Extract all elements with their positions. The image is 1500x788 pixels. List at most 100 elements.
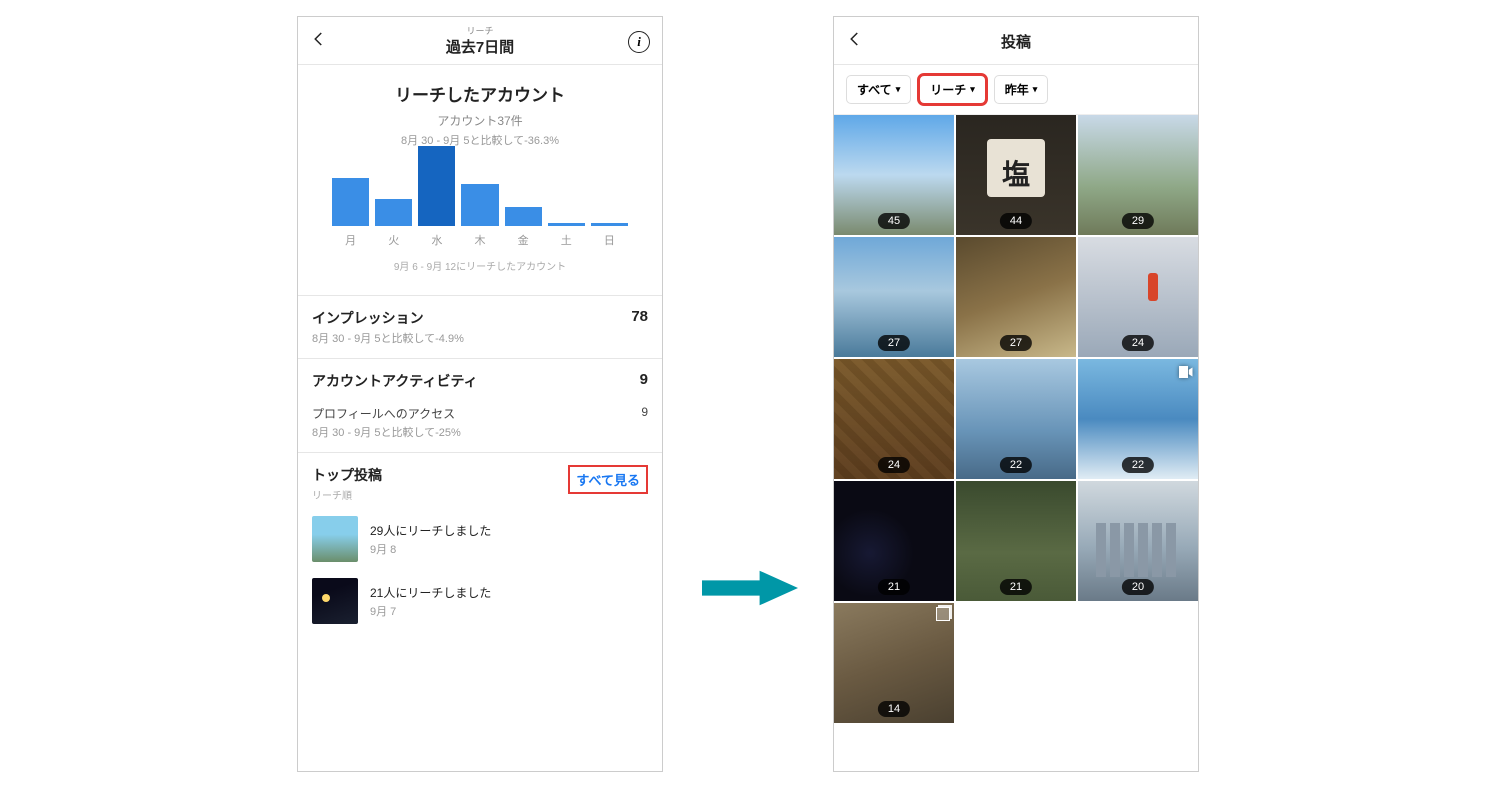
- bar: [461, 184, 498, 226]
- reach-badge: 22: [1000, 457, 1032, 473]
- post-reach-text: 29人にリーチしました: [370, 522, 491, 539]
- header-title-block: リーチ 過去7日間: [332, 26, 628, 58]
- impressions-row[interactable]: インプレッション 8月 30 - 9月 5と比較して-4.9% 78: [298, 296, 662, 359]
- reach-badge: 20: [1122, 579, 1154, 595]
- bar-column: 水: [418, 146, 455, 248]
- bar-label: 火: [388, 232, 399, 248]
- post-cell[interactable]: 27: [956, 237, 1076, 357]
- post-cell[interactable]: 14: [834, 603, 954, 723]
- reach-badge: 24: [1122, 335, 1154, 351]
- bar: [332, 178, 369, 226]
- bar: [418, 146, 455, 226]
- activity-value: 9: [640, 371, 648, 391]
- post-reach-text: 21人にリーチしました: [370, 584, 491, 601]
- post-cell[interactable]: 27: [834, 237, 954, 357]
- reach-badge: 14: [878, 701, 910, 717]
- chart-caption: 9月 6 - 9月 12にリーチしたアカウント: [328, 258, 632, 273]
- bar-column: 木: [461, 184, 498, 248]
- bar-column: 金: [505, 207, 542, 248]
- info-icon[interactable]: i: [628, 31, 650, 53]
- post-cell[interactable]: 45: [834, 115, 954, 235]
- bar-column: 月: [332, 178, 369, 248]
- bar-label: 日: [604, 232, 615, 248]
- top-posts-order: リーチ順: [312, 487, 382, 502]
- video-icon: [1176, 363, 1194, 381]
- post-date: 9月 8: [370, 541, 491, 557]
- bar-label: 土: [561, 232, 572, 248]
- reach-compare: 8月 30 - 9月 5と比較して-36.3%: [310, 132, 650, 148]
- chevron-down-icon: ▾: [896, 84, 901, 95]
- bar: [375, 199, 412, 226]
- filter-all[interactable]: すべて ▾: [846, 75, 911, 104]
- filter-reach-label: リーチ: [930, 81, 966, 98]
- header-subtitle: リーチ: [332, 26, 628, 37]
- header-title: 過去7日間: [332, 36, 628, 57]
- post-thumbnail: [312, 578, 358, 624]
- filter-bar: すべて ▾ リーチ ▾ 昨年 ▾: [834, 65, 1198, 115]
- reach-chart: 月 火 水 木 金 土 日 9月 6 - 9月 12にリーチしたアカウント: [310, 148, 650, 285]
- bar-column: 土: [548, 223, 585, 248]
- profile-visits-value: 9: [641, 405, 648, 422]
- header: 投稿: [834, 17, 1198, 65]
- bar: [591, 223, 628, 226]
- filter-reach[interactable]: リーチ ▾: [919, 75, 986, 104]
- chevron-down-icon: ▾: [970, 84, 975, 95]
- bar-column: 火: [375, 199, 412, 248]
- post-cell[interactable]: 21: [834, 481, 954, 601]
- bar-label: 月: [345, 232, 356, 248]
- profile-visits-label: プロフィールへのアクセス: [312, 405, 455, 422]
- reach-badge: 45: [878, 213, 910, 229]
- reach-badge: 21: [878, 579, 910, 595]
- back-icon[interactable]: [846, 30, 868, 54]
- top-posts-title: トップ投稿: [312, 465, 382, 485]
- back-icon[interactable]: [310, 30, 332, 54]
- reach-badge: 24: [878, 457, 910, 473]
- activity-compare: 8月 30 - 9月 5と比較して-25%: [312, 424, 648, 440]
- filter-year-label: 昨年: [1005, 81, 1029, 98]
- top-post-item[interactable]: 29人にリーチしました 9月 8: [298, 508, 662, 570]
- post-cell[interactable]: 24: [1078, 237, 1198, 357]
- post-cell[interactable]: 29: [1078, 115, 1198, 235]
- impressions-label: インプレッション: [312, 308, 631, 328]
- see-all-link[interactable]: すべて見る: [568, 465, 648, 494]
- carousel-icon: [936, 607, 950, 621]
- bar-label: 金: [518, 232, 529, 248]
- posts-screen: 投稿 すべて ▾ リーチ ▾ 昨年 ▾ 45 44 29 27 27 24 24 22 22 21…: [833, 16, 1199, 772]
- filter-year[interactable]: 昨年 ▾: [994, 75, 1049, 104]
- impressions-value: 78: [631, 308, 648, 325]
- reach-badge: 29: [1122, 213, 1154, 229]
- insights-screen: リーチ 過去7日間 i リーチしたアカウント アカウント37件 8月 30 - …: [297, 16, 663, 772]
- reach-badge: 22: [1122, 457, 1154, 473]
- bar-label: 水: [431, 232, 442, 248]
- reach-title: リーチしたアカウント: [310, 81, 650, 106]
- post-cell[interactable]: 22: [956, 359, 1076, 479]
- posts-grid: 45 44 29 27 27 24 24 22 22 21 21 20 14: [834, 115, 1198, 723]
- reach-summary: リーチしたアカウント アカウント37件 8月 30 - 9月 5と比較して-36…: [298, 65, 662, 296]
- impressions-compare: 8月 30 - 9月 5と比較して-4.9%: [312, 330, 631, 346]
- header-title: 投稿: [868, 31, 1164, 52]
- top-post-item[interactable]: 21人にリーチしました 9月 7: [298, 570, 662, 632]
- bar: [505, 207, 542, 226]
- chevron-down-icon: ▾: [1033, 84, 1038, 95]
- top-posts-section: トップ投稿 リーチ順 すべて見る 29人にリーチしました 9月 8 21人にリー…: [298, 453, 662, 632]
- reach-badge: 27: [878, 335, 910, 351]
- arrow-icon: [702, 570, 798, 606]
- header: リーチ 過去7日間 i: [298, 17, 662, 65]
- post-cell[interactable]: 24: [834, 359, 954, 479]
- post-date: 9月 7: [370, 603, 491, 619]
- post-cell[interactable]: 22: [1078, 359, 1198, 479]
- post-cell[interactable]: 44: [956, 115, 1076, 235]
- activity-row[interactable]: アカウントアクティビティ 9 プロフィールへのアクセス 9 8月 30 - 9月…: [298, 359, 662, 453]
- filter-all-label: すべて: [857, 81, 892, 98]
- reach-badge: 27: [1000, 335, 1032, 351]
- reach-accounts: アカウント37件: [310, 112, 650, 129]
- bar-column: 日: [591, 223, 628, 248]
- post-cell[interactable]: 20: [1078, 481, 1198, 601]
- post-thumbnail: [312, 516, 358, 562]
- reach-badge: 21: [1000, 579, 1032, 595]
- post-cell[interactable]: 21: [956, 481, 1076, 601]
- reach-badge: 44: [1000, 213, 1032, 229]
- activity-label: アカウントアクティビティ: [312, 371, 478, 391]
- bar: [548, 223, 585, 226]
- bar-label: 木: [474, 232, 485, 248]
